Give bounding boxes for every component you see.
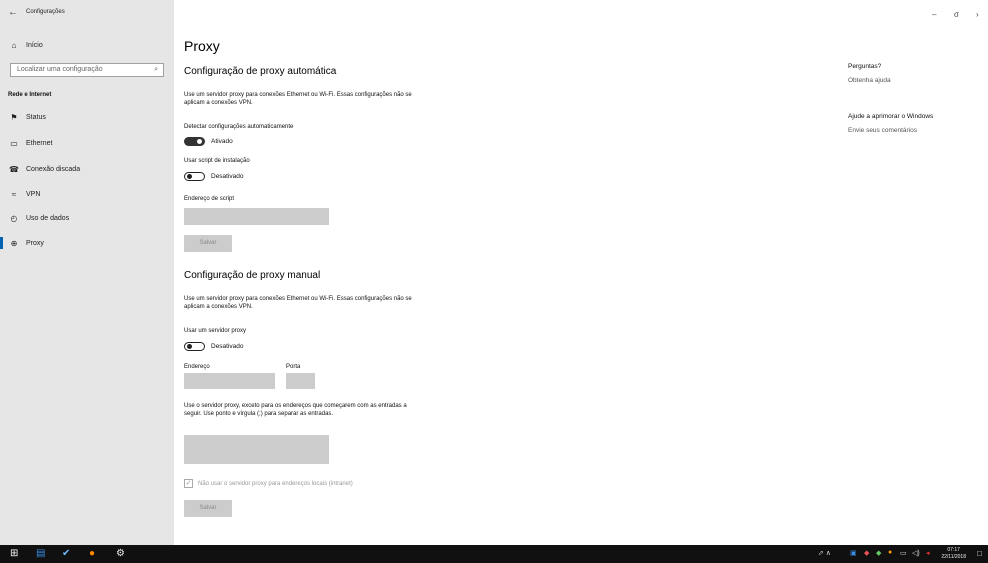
toggle-switch[interactable]: [184, 137, 205, 146]
tray-app-icon[interactable]: ●: [888, 549, 892, 556]
feedback-link[interactable]: Envie seus comentários: [848, 127, 917, 134]
bypass-local-checkbox-row[interactable]: ✓ Não usar o servidor proxy para endereç…: [184, 479, 353, 488]
volume-icon[interactable]: ◁): [912, 549, 920, 557]
close-button[interactable]: ›: [976, 10, 979, 19]
manual-proxy-heading: Configuração de proxy manual: [184, 270, 321, 281]
proxy-address-label: Endereço: [184, 364, 210, 370]
system-tray-icons[interactable]: ⬀ ∧: [818, 549, 831, 557]
status-icon: ⚑: [10, 112, 18, 122]
sidebar-item-label: Uso de dados: [26, 214, 70, 222]
ethernet-tray-icon[interactable]: ▭: [900, 549, 907, 557]
proxy-globe-icon: ⊕: [10, 238, 18, 248]
toggle-switch[interactable]: [184, 172, 205, 181]
questions-heading: Perguntas?: [848, 63, 882, 70]
bypass-local-checkbox[interactable]: ✓: [184, 479, 193, 488]
notifications-icon[interactable]: □: [977, 549, 982, 558]
pinned-app-icon[interactable]: ✔: [62, 548, 70, 560]
page-title: Proxy: [184, 38, 220, 54]
home-icon: ⌂: [11, 41, 17, 50]
sidebar-item-ethernet[interactable]: ▭ Ethernet: [0, 135, 174, 151]
flag-icon[interactable]: ◂: [926, 549, 930, 557]
sidebar-item-home[interactable]: ⌂ Início: [8, 41, 43, 50]
section-heading: Rede e Internet: [8, 92, 52, 98]
sidebar-item-label: Ethernet: [26, 139, 53, 147]
sidebar-item-label: Status: [26, 113, 46, 121]
search-placeholder: Localizar uma configuração: [17, 66, 103, 73]
sidebar-item-label: VPN: [26, 190, 41, 198]
manual-save-button[interactable]: Salvar: [184, 500, 232, 517]
search-input[interactable]: Localizar uma configuração ⌕: [10, 63, 164, 77]
auto-proxy-heading: Configuração de proxy automática: [184, 66, 337, 77]
exceptions-description: Use o servidor proxy, exceto para os end…: [184, 403, 407, 417]
sidebar-item-label: Proxy: [26, 239, 44, 247]
tray-app-icon[interactable]: ◆: [864, 549, 869, 557]
ethernet-icon: ▭: [10, 138, 18, 148]
get-help-link[interactable]: Obtenha ajuda: [848, 77, 891, 84]
detect-settings-label: Detectar configurações automaticamente: [184, 124, 294, 130]
minimize-button[interactable]: –: [932, 10, 936, 19]
use-proxy-toggle[interactable]: Desativado: [184, 342, 244, 351]
setup-script-toggle[interactable]: Desativado: [184, 172, 244, 181]
auto-save-button[interactable]: Salvar: [184, 235, 232, 252]
firefox-icon[interactable]: ●: [89, 548, 95, 560]
search-icon: ⌕: [154, 66, 158, 73]
sidebar-item-dialup[interactable]: ☎ Conexão discada: [0, 161, 174, 177]
proxy-port-label: Porta: [286, 364, 301, 370]
back-arrow-icon[interactable]: ←: [8, 7, 18, 18]
task-view-icon[interactable]: ▤: [36, 548, 45, 560]
sidebar-item-label: Início: [26, 42, 43, 49]
setup-script-label: Usar script de instalação: [184, 158, 250, 164]
data-usage-icon: ◴: [10, 213, 18, 223]
taskbar: ⊞ ▤ ✔ ● ⚙ ⬀ ∧ ▣ ◆ ◆ ● ▭ ◁) ◂ 07:17 22/11…: [0, 545, 988, 563]
improve-windows-heading: Ajude a aprimorar o Windows: [848, 113, 934, 120]
settings-gear-icon[interactable]: ⚙: [116, 548, 125, 560]
network-icon[interactable]: ▣: [850, 549, 857, 557]
proxy-address-input[interactable]: [184, 373, 275, 389]
script-address-input[interactable]: [184, 208, 329, 225]
dialup-icon: ☎: [9, 164, 19, 174]
sidebar: ← Configurações ⌂ Início Localizar uma c…: [0, 0, 174, 545]
use-proxy-label: Usar um servidor proxy: [184, 328, 247, 334]
sidebar-item-vpn[interactable]: ≈ VPN: [0, 186, 174, 202]
start-windows-icon[interactable]: ⊞: [10, 548, 18, 560]
clock[interactable]: 07:17 22/11/2018: [941, 547, 966, 561]
app-title: Configurações: [26, 9, 65, 15]
clock-time: 07:17: [947, 547, 960, 553]
bypass-local-label: Não usar o servidor proxy para endereços…: [198, 480, 353, 487]
title-bar: ← Configurações: [0, 0, 174, 30]
toggle-state: Ativado: [211, 138, 233, 145]
sidebar-item-label: Conexão discada: [26, 165, 81, 173]
maximize-button[interactable]: σ: [954, 10, 959, 19]
auto-proxy-description: Use um servidor proxy para conexões Ethe…: [184, 92, 412, 106]
sidebar-item-proxy[interactable]: ⊕ Proxy: [0, 235, 174, 251]
script-address-label: Endereço de script: [184, 196, 235, 202]
detect-settings-toggle[interactable]: Ativado: [184, 137, 233, 146]
sidebar-item-status[interactable]: ⚑ Status: [0, 109, 174, 125]
toggle-switch[interactable]: [184, 342, 205, 351]
exceptions-input[interactable]: [184, 435, 329, 464]
vpn-icon: ≈: [11, 189, 17, 199]
manual-proxy-description: Use um servidor proxy para conexões Ethe…: [184, 296, 412, 310]
proxy-port-input[interactable]: [286, 373, 315, 389]
clock-date: 22/11/2018: [941, 554, 966, 560]
tray-app-icon[interactable]: ◆: [876, 549, 881, 557]
toggle-state: Desativado: [211, 173, 244, 180]
toggle-state: Desativado: [211, 343, 244, 350]
sidebar-item-data-usage[interactable]: ◴ Uso de dados: [0, 210, 174, 226]
